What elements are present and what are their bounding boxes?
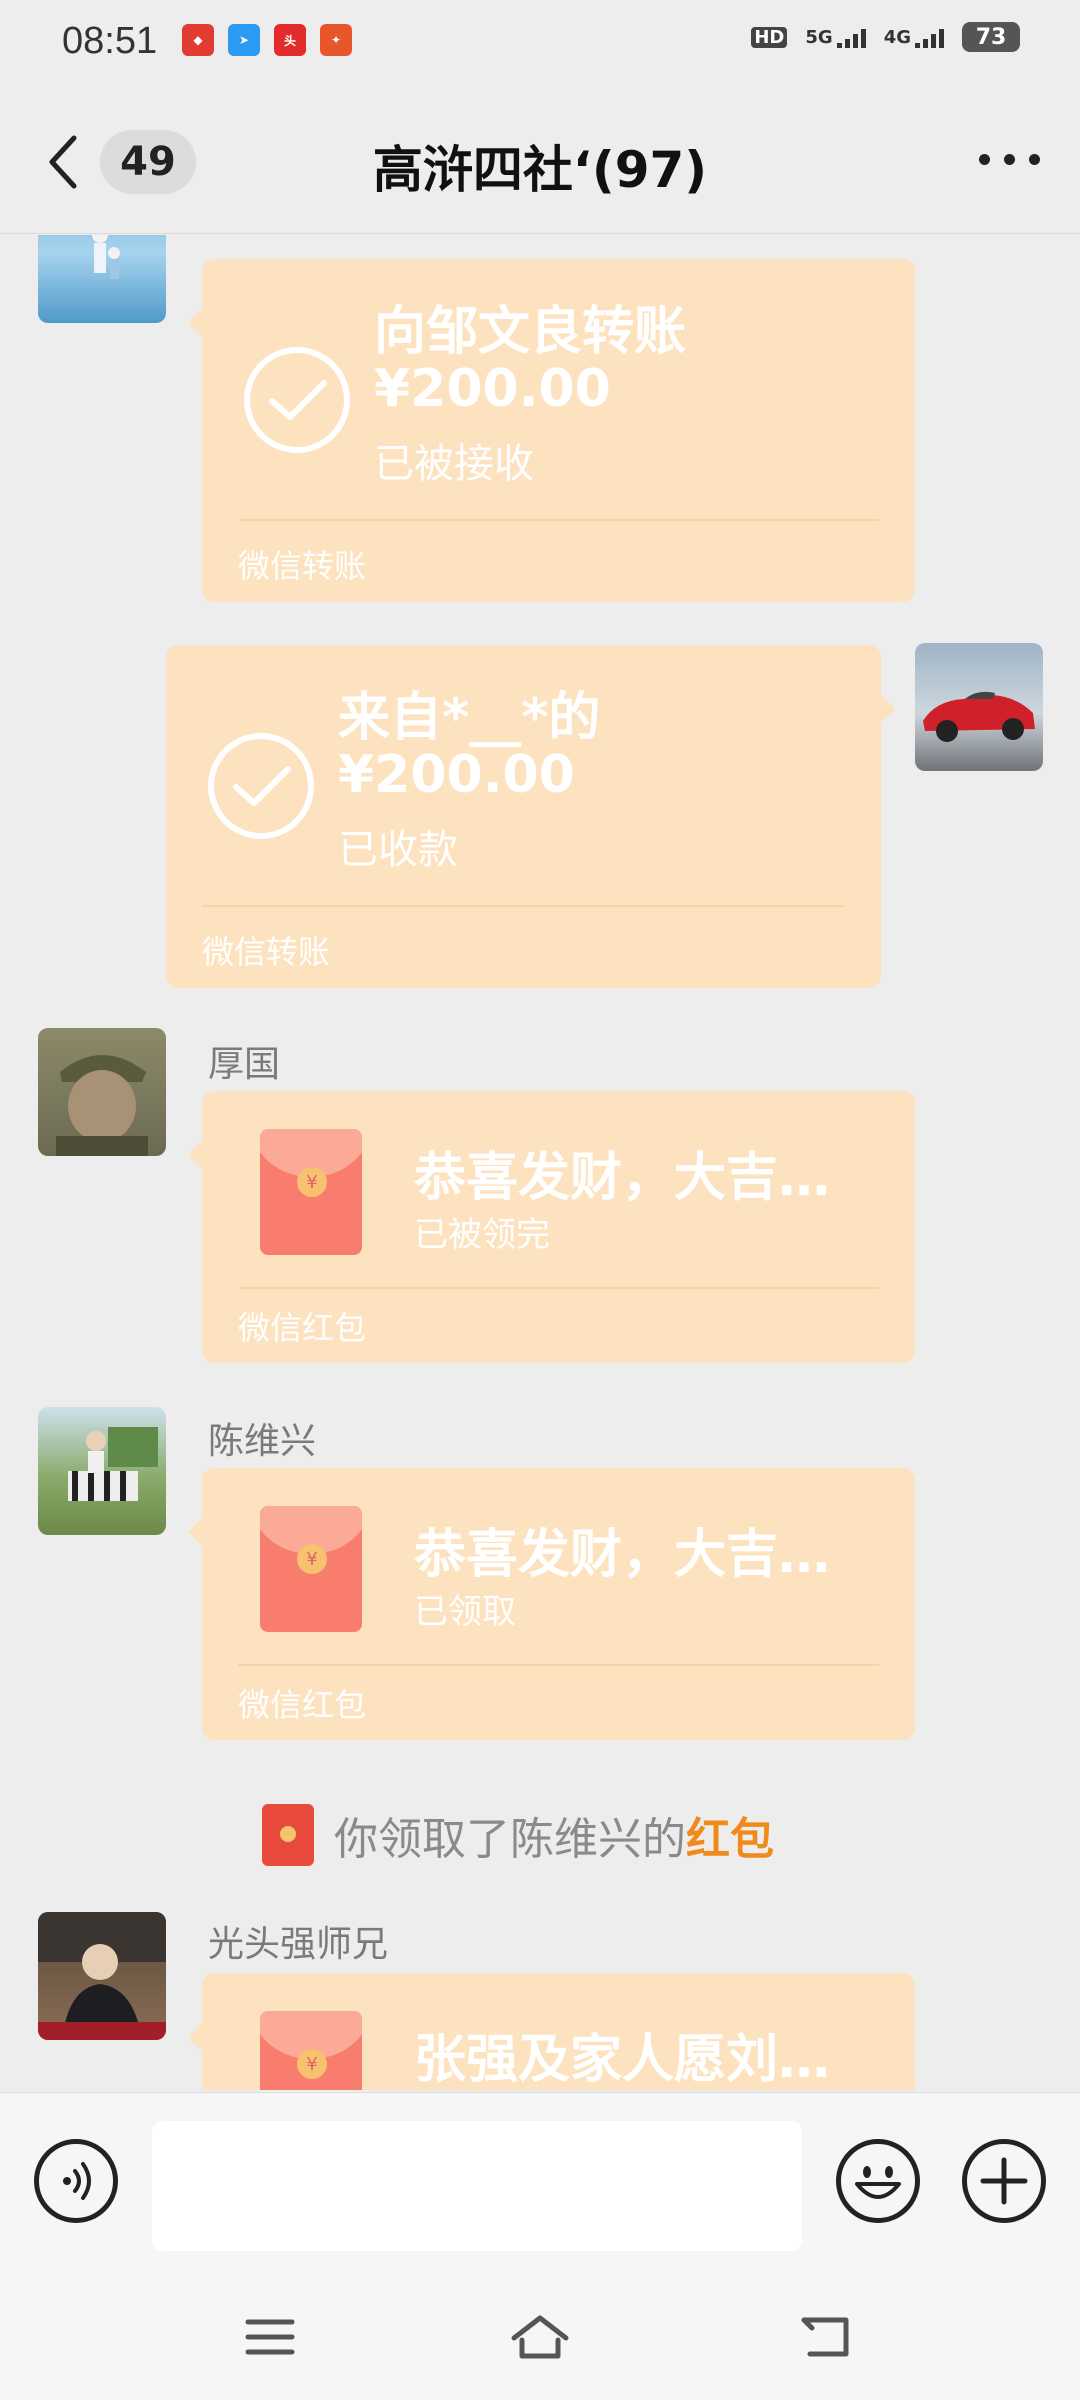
input-bar [0, 2092, 1080, 2272]
sender-name: 光头强师兄 [208, 1924, 389, 1965]
red-packet-link[interactable]: 红包 [686, 1803, 774, 1867]
transfer-amount: ¥200.00 [338, 745, 575, 805]
sender-name: 厚国 [208, 1044, 281, 1085]
smiley-icon [855, 2166, 901, 2199]
red-packet-status: 已被领完 [414, 1215, 550, 1255]
card-divider [238, 1287, 879, 1289]
card-footer-label: 微信红包 [238, 1686, 367, 1724]
red-envelope-icon: ¥ [260, 2011, 362, 2090]
avatar[interactable] [38, 235, 166, 323]
back-nav-button[interactable] [796, 2312, 856, 2362]
transfer-amount: ¥200.00 [374, 359, 611, 419]
red-packet-card[interactable]: ¥ 恭喜发财，大吉… 已被领完 微信红包 [188, 1091, 915, 1363]
more-functions-button[interactable] [962, 2139, 1046, 2223]
chat-title: 高浒四社‘(97) [372, 141, 708, 199]
avatar[interactable] [38, 1028, 166, 1156]
red-envelope-icon: ¥ [260, 1506, 362, 1632]
notification-icons: ◆ ➤ 头 ✦ [182, 24, 352, 56]
system-message: 你领取了陈维兴的 红包 [262, 1800, 774, 1870]
check-circle-icon [244, 347, 350, 453]
chevron-left-icon [49, 135, 77, 189]
sender-name: 陈维兴 [208, 1421, 317, 1462]
card-footer-label: 微信红包 [238, 1309, 367, 1347]
back-arrow-icon [801, 2317, 849, 2357]
plus-icon [980, 2157, 1028, 2205]
card-footer-label: 微信转账 [202, 933, 331, 971]
voice-input-button[interactable] [34, 2139, 118, 2223]
chat-header: 49 高浒四社‘(97) [0, 84, 1080, 234]
transfer-status: 已被接收 [374, 441, 534, 487]
telegram-like-icon: ➤ [228, 24, 260, 56]
red-envelope-icon [262, 1804, 314, 1866]
signal-4g-icon: 4G [884, 27, 944, 48]
status-bar: 08:51 ◆ ➤ 头 ✦ HD 5G 4G 73 [0, 0, 1080, 84]
app-notification-icon: ◆ [182, 24, 214, 56]
menu-icon [245, 2319, 295, 2355]
red-packet-card[interactable]: ¥ 张强及家人愿刘… [188, 1973, 915, 2090]
home-icon [511, 2315, 569, 2359]
message-input[interactable] [152, 2121, 802, 2251]
avatar[interactable] [38, 1407, 166, 1535]
emoji-button[interactable] [836, 2139, 920, 2223]
unread-count-badge[interactable]: 49 [100, 130, 196, 194]
more-options-button[interactable] [979, 154, 1040, 165]
red-packet-greeting: 张强及家人愿刘… [414, 2030, 831, 2090]
voice-icon [63, 2162, 91, 2200]
chat-message-list[interactable]: 向邹文良转账 ¥200.00 已被接收 微信转账 来自*__*的 ¥200.00… [0, 235, 1080, 2090]
transfer-card[interactable]: 向邹文良转账 ¥200.00 已被接收 微信转账 [188, 259, 915, 602]
card-footer-label: 微信转账 [238, 547, 367, 585]
signal-5g-icon: 5G [805, 27, 866, 48]
status-indicators: HD 5G 4G 73 [751, 22, 1020, 52]
red-packet-greeting: 恭喜发财，大吉… [414, 1148, 831, 1208]
back-button[interactable] [44, 132, 94, 196]
system-message-text: 你领取了陈维兴的 [334, 1814, 686, 1865]
card-divider [238, 519, 879, 521]
transfer-card[interactable]: 来自*__*的 ¥200.00 已收款 微信转账 [166, 645, 895, 988]
red-envelope-icon: ¥ [260, 1129, 362, 1255]
transfer-title: 向邹文良转账 [374, 302, 687, 362]
card-divider [238, 1664, 879, 1666]
transfer-title: 来自*__*的 [338, 688, 601, 748]
card-divider [202, 905, 845, 907]
battery-icon: 73 [962, 22, 1020, 52]
app-icon: ✦ [320, 24, 352, 56]
recent-apps-button[interactable] [240, 2312, 300, 2362]
toutiao-icon: 头 [274, 24, 306, 56]
check-circle-icon [208, 733, 314, 839]
avatar[interactable] [38, 1912, 166, 2040]
red-packet-card[interactable]: ¥ 恭喜发财，大吉… 已领取 微信红包 [188, 1468, 915, 1740]
avatar[interactable] [915, 643, 1043, 771]
system-navigation-bar [0, 2272, 1080, 2400]
transfer-status: 已收款 [338, 827, 458, 873]
status-time: 08:51 [62, 20, 158, 62]
home-button[interactable] [510, 2312, 570, 2362]
hd-indicator: HD [751, 26, 788, 48]
red-packet-greeting: 恭喜发财，大吉… [414, 1525, 831, 1585]
red-packet-status: 已领取 [414, 1592, 516, 1632]
